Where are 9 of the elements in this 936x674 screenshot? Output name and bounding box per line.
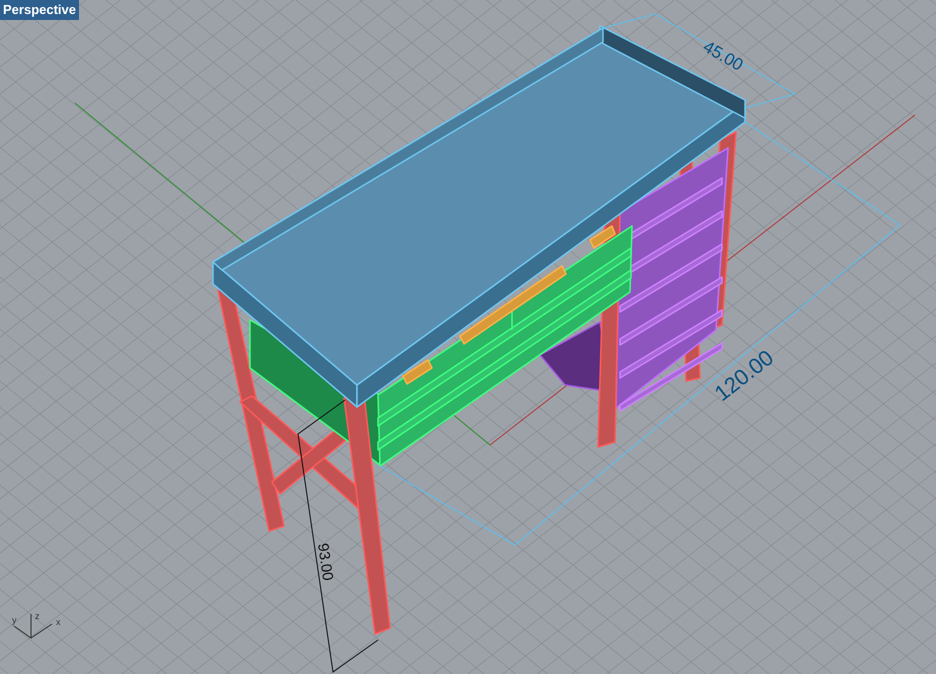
axis-label: z <box>35 611 40 621</box>
dimension-label: 45.00 <box>700 37 746 75</box>
viewport-title[interactable]: Perspective <box>0 0 79 20</box>
dimension-label: 93.00 <box>314 542 336 582</box>
axis-label: y <box>12 615 16 625</box>
axis-label: x <box>56 617 60 627</box>
drawer-handle <box>402 359 433 385</box>
axis-widget-icon <box>14 614 52 639</box>
drawer-handle <box>589 225 616 249</box>
